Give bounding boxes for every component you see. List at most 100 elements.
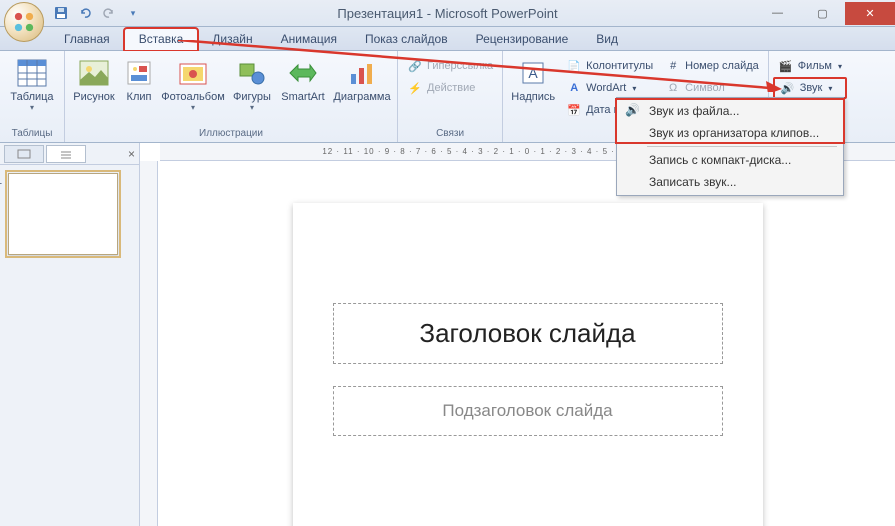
slide-number: 1: [0, 175, 2, 187]
save-icon[interactable]: [50, 2, 72, 24]
textbox-button[interactable]: A Надпись: [507, 55, 559, 105]
shapes-label: Фигуры: [233, 91, 271, 103]
wordart-label: WordArt: [586, 82, 626, 94]
clip-label: Клип: [127, 91, 152, 103]
shapes-icon: [236, 57, 268, 89]
headerfooter-label: Колонтитулы: [586, 60, 653, 72]
headerfooter-button[interactable]: 📄 Колонтитулы: [561, 55, 658, 77]
slidenumber-icon: #: [665, 58, 681, 74]
slide-editor: 12 · 11 · 10 · 9 · 8 · 7 · 6 · 5 · 4 · 3…: [140, 143, 895, 526]
shapes-button[interactable]: Фигуры ▾: [229, 55, 275, 114]
sound-button[interactable]: 🔊Звук▾: [773, 77, 847, 99]
tab-view[interactable]: Вид: [582, 29, 632, 50]
menu-separator: [647, 146, 837, 147]
sound-label: Звук: [800, 82, 823, 94]
quick-access-toolbar: ▾: [50, 2, 144, 24]
speaker-icon: 🔊: [625, 103, 641, 119]
hyperlink-icon: 🔗: [407, 58, 423, 74]
action-label: Действие: [427, 82, 475, 94]
smartart-label: SmartArt: [281, 91, 324, 103]
undo-icon[interactable]: [74, 2, 96, 24]
textbox-label: Надпись: [511, 91, 555, 103]
smartart-button[interactable]: SmartArt: [277, 55, 329, 105]
tab-animation[interactable]: Анимация: [267, 29, 351, 50]
window-controls: ▢: [755, 2, 895, 25]
wordart-icon: A: [566, 80, 582, 96]
datetime-icon: 📅: [566, 102, 582, 118]
table-icon: [16, 57, 48, 89]
title-placeholder[interactable]: Заголовок слайда: [333, 303, 723, 364]
dd-fromorganizer-label: Звук из организатора клипов...: [649, 126, 819, 140]
slides-tab-thumbnail[interactable]: [4, 145, 44, 163]
picture-button[interactable]: Рисунок: [69, 55, 119, 105]
photoalbum-icon: [177, 57, 209, 89]
subtitle-placeholder-text: Подзаголовок слайда: [344, 401, 712, 421]
chart-icon: [346, 57, 378, 89]
dd-fromcd-label: Запись с компакт-диска...: [649, 153, 791, 167]
chart-label: Диаграмма: [333, 91, 390, 103]
clip-button[interactable]: Клип: [121, 55, 157, 105]
movie-button[interactable]: 🎬Фильм▾: [773, 55, 847, 77]
slide-thumbnails: 1: [0, 165, 139, 263]
smartart-icon: [287, 57, 319, 89]
minimize-button[interactable]: [755, 2, 800, 25]
textbox-icon: A: [517, 57, 549, 89]
action-icon: ⚡: [407, 80, 423, 96]
redo-icon[interactable]: [98, 2, 120, 24]
close-panel-icon[interactable]: ×: [128, 147, 135, 161]
clip-icon: [123, 57, 155, 89]
picture-icon: [78, 57, 110, 89]
symbol-icon: Ω: [665, 80, 681, 96]
slide[interactable]: Заголовок слайда Подзаголовок слайда: [293, 203, 763, 526]
sound-icon: 🔊: [780, 80, 796, 96]
wordart-button[interactable]: AWordArt▾: [561, 77, 658, 99]
close-button[interactable]: [845, 2, 895, 25]
group-illustrations-label: Иллюстрации: [69, 126, 393, 142]
tab-review[interactable]: Рецензирование: [462, 29, 583, 50]
subtitle-placeholder[interactable]: Подзаголовок слайда: [333, 386, 723, 436]
group-tables: Таблица ▾ Таблицы: [0, 51, 65, 142]
window-title: Презентация1 - Microsoft PowerPoint: [337, 6, 557, 21]
tab-slideshow[interactable]: Показ слайдов: [351, 29, 462, 50]
dd-sound-from-organizer[interactable]: Звук из организатора клипов...: [619, 122, 841, 144]
office-button[interactable]: [4, 2, 44, 42]
chart-button[interactable]: Диаграмма: [331, 55, 393, 105]
maximize-button[interactable]: ▢: [800, 2, 845, 25]
table-button[interactable]: Таблица ▾: [4, 55, 60, 114]
dd-record-label: Записать звук...: [649, 175, 736, 189]
dd-fromfile-label: Звук из файла...: [649, 104, 739, 118]
tab-design[interactable]: Дизайн: [198, 29, 266, 50]
title-bar: ▾ Презентация1 - Microsoft PowerPoint ▢: [0, 0, 895, 27]
ribbon: Таблица ▾ Таблицы Рисунок Клип Фотоальбо…: [0, 51, 895, 143]
hyperlink-button: 🔗 Гиперссылка: [402, 55, 498, 77]
slidenumber-label: Номер слайда: [685, 60, 759, 72]
picture-label: Рисунок: [73, 91, 115, 103]
slidenumber-button[interactable]: # Номер слайда: [660, 55, 764, 77]
tab-home[interactable]: Главная: [50, 29, 124, 50]
headerfooter-icon: 📄: [566, 58, 582, 74]
movie-label: Фильм: [798, 60, 832, 72]
slide-thumbnail-1[interactable]: [8, 173, 118, 255]
slides-panel: × 1: [0, 143, 140, 526]
qat-customize-icon[interactable]: ▾: [122, 2, 144, 24]
ribbon-tabs: Главная Вставка Дизайн Анимация Показ сл…: [0, 27, 895, 51]
sound-dropdown: 🔊 Звук из файла... Звук из организатора …: [616, 97, 844, 196]
tab-insert[interactable]: Вставка: [124, 28, 199, 51]
hyperlink-label: Гиперссылка: [427, 60, 493, 72]
dd-record-sound[interactable]: Записать звук...: [619, 171, 841, 193]
datetime-label: Дата и: [586, 104, 620, 116]
svg-text:A: A: [529, 65, 539, 81]
group-links-label: Связи: [402, 126, 498, 142]
movie-icon: 🎬: [778, 58, 794, 74]
slides-tab-outline[interactable]: [46, 145, 86, 163]
slide-canvas[interactable]: Заголовок слайда Подзаголовок слайда: [160, 163, 895, 526]
photoalbum-label: Фотоальбом: [161, 91, 225, 103]
dd-sound-from-file[interactable]: 🔊 Звук из файла...: [619, 100, 841, 122]
work-area: × 1 12 · 11 · 10 · 9 · 8 · 7 · 6 · 5 · 4…: [0, 143, 895, 526]
group-illustrations: Рисунок Клип Фотоальбом ▾ Фигуры ▾ Smart…: [65, 51, 398, 142]
group-links: 🔗 Гиперссылка ⚡ Действие Связи: [398, 51, 503, 142]
symbol-label: Символ: [685, 82, 725, 94]
photoalbum-button[interactable]: Фотоальбом ▾: [159, 55, 227, 114]
dd-sound-from-cd[interactable]: Запись с компакт-диска...: [619, 149, 841, 171]
group-tables-label: Таблицы: [4, 126, 60, 142]
